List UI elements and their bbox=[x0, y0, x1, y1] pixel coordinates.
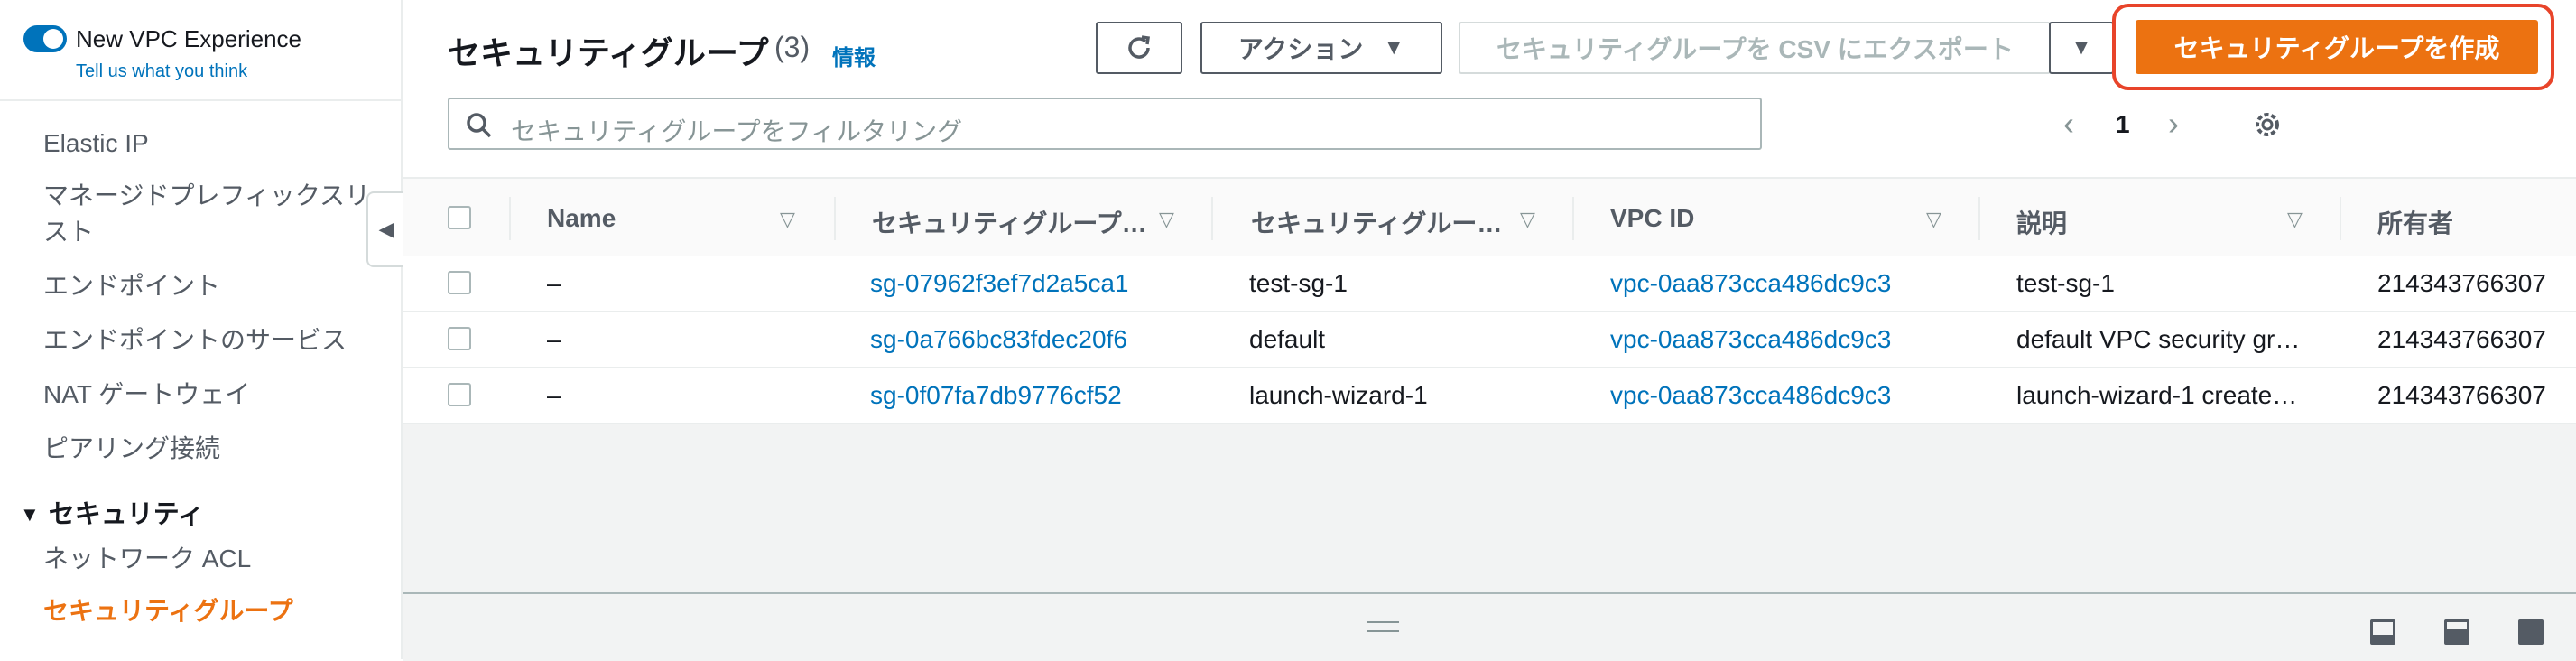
sort-icon[interactable]: ▽ bbox=[2287, 208, 2303, 231]
caret-down-icon: ▼ bbox=[20, 503, 40, 526]
split-side-fill bbox=[2447, 629, 2467, 642]
new-vpc-experience-label: New VPC Experience bbox=[76, 25, 301, 52]
cell-vpc-id[interactable]: vpc-0aa873cca486dc9c3 bbox=[1610, 325, 1891, 354]
column-header-description[interactable]: 説明 bbox=[2016, 204, 2067, 240]
column-divider bbox=[1211, 197, 1213, 240]
export-dropdown-button[interactable]: ▼ bbox=[2049, 22, 2114, 74]
sidebar-item-managed-prefix-list-cont[interactable]: スト bbox=[43, 215, 94, 249]
column-divider bbox=[509, 197, 511, 240]
cell-security-group-id[interactable]: sg-0f07fa7db9776cf52 bbox=[870, 381, 1122, 410]
column-header-vpc-id[interactable]: VPC ID bbox=[1610, 204, 1694, 233]
feedback-link[interactable]: Tell us what you think bbox=[76, 61, 247, 82]
actions-label: アクション bbox=[1237, 35, 1364, 63]
sort-icon[interactable]: ▽ bbox=[1159, 208, 1174, 231]
sidebar-item-endpoints[interactable]: エンドポイント bbox=[43, 269, 220, 303]
column-header-name[interactable]: Name bbox=[547, 204, 616, 233]
chevron-right-icon[interactable]: › bbox=[2168, 105, 2179, 143]
table-row[interactable]: – sg-0a766bc83fdec20f6 default vpc-0aa87… bbox=[403, 312, 2576, 368]
cell-description: default VPC security gr… bbox=[2016, 325, 2301, 353]
sort-icon[interactable]: ▽ bbox=[780, 208, 795, 231]
row-checkbox[interactable] bbox=[448, 383, 471, 406]
row-checkbox[interactable] bbox=[448, 327, 471, 350]
sidebar: New VPC Experience Tell us what you thin… bbox=[0, 0, 403, 659]
cell-security-group-name: test-sg-1 bbox=[1249, 269, 1348, 297]
split-panel-bar bbox=[403, 592, 2576, 661]
search-icon bbox=[467, 113, 492, 138]
cell-description: launch-wizard-1 create… bbox=[2016, 381, 2298, 409]
current-page[interactable]: 1 bbox=[2116, 110, 2130, 139]
sidebar-item-peering-connections[interactable]: ピアリング接続 bbox=[43, 432, 220, 466]
sidebar-item-endpoint-services[interactable]: エンドポイントのサービス bbox=[43, 323, 347, 358]
row-checkbox[interactable] bbox=[448, 271, 471, 294]
toggle-knob bbox=[43, 29, 63, 49]
filter-input[interactable]: セキュリティグループをフィルタリング bbox=[448, 98, 1762, 150]
table-row[interactable]: – sg-07962f3ef7d2a5ca1 test-sg-1 vpc-0aa… bbox=[403, 256, 2576, 312]
sidebar-item-security-groups[interactable]: セキュリティグループ bbox=[43, 594, 293, 628]
actions-button[interactable]: アクション ▼ bbox=[1200, 22, 1442, 74]
item-count: (3) bbox=[774, 31, 811, 63]
cell-name: – bbox=[547, 325, 561, 353]
column-header-security-group-name[interactable]: セキュリティグルー… bbox=[1251, 204, 1502, 240]
caret-down-icon: ▼ bbox=[2071, 35, 2092, 60]
refresh-button[interactable] bbox=[1096, 22, 1182, 74]
table-header: Name ▽ セキュリティグループ… ▽ セキュリティグルー… ▽ VPC ID… bbox=[403, 177, 2576, 260]
caret-down-icon: ▼ bbox=[1383, 35, 1405, 60]
refresh-icon bbox=[1128, 35, 1150, 59]
resize-handle-icon[interactable] bbox=[1367, 621, 1399, 632]
cell-vpc-id[interactable]: vpc-0aa873cca486dc9c3 bbox=[1610, 269, 1891, 298]
gear-icon[interactable] bbox=[2251, 108, 2284, 141]
column-divider bbox=[2340, 197, 2341, 240]
security-groups-panel: セキュリティグループ (3) 情報 アクション ▼ セキュリティグループを CS… bbox=[403, 0, 2576, 424]
sidebar-item-elastic-ip[interactable]: Elastic IP bbox=[43, 126, 149, 161]
info-link[interactable]: 情報 bbox=[832, 40, 876, 71]
cell-name: – bbox=[547, 381, 561, 409]
sidebar-section-label: セキュリティ bbox=[48, 500, 205, 529]
column-header-owner[interactable]: 所有者 bbox=[2377, 204, 2453, 240]
create-security-group-label: セキュリティグループを作成 bbox=[2173, 34, 2500, 62]
cell-owner: 214343766307 bbox=[2377, 269, 2546, 297]
cell-security-group-id[interactable]: sg-07962f3ef7d2a5ca1 bbox=[870, 269, 1128, 298]
split-bottom-fill bbox=[2373, 635, 2393, 642]
cell-name: – bbox=[547, 269, 561, 297]
column-divider bbox=[1978, 197, 1980, 240]
split-full-icon[interactable] bbox=[2518, 619, 2544, 645]
sidebar-item-managed-prefix-list[interactable]: マネージドプレフィックスリ bbox=[43, 179, 370, 213]
cell-description: test-sg-1 bbox=[2016, 269, 2115, 297]
create-security-group-button[interactable]: セキュリティグループを作成 bbox=[2136, 20, 2538, 74]
cell-vpc-id[interactable]: vpc-0aa873cca486dc9c3 bbox=[1610, 381, 1891, 410]
chevron-left-icon[interactable]: ‹ bbox=[2063, 105, 2074, 143]
column-header-security-group-id[interactable]: セキュリティグループ… bbox=[872, 204, 1147, 240]
cell-owner: 214343766307 bbox=[2377, 381, 2546, 409]
table-row[interactable]: – sg-0f07fa7db9776cf52 launch-wizard-1 v… bbox=[403, 368, 2576, 424]
cell-security-group-id[interactable]: sg-0a766bc83fdec20f6 bbox=[870, 325, 1127, 354]
sort-icon[interactable]: ▽ bbox=[1520, 208, 1535, 231]
split-full-fill bbox=[2521, 622, 2541, 642]
select-all-checkbox[interactable] bbox=[448, 206, 471, 229]
cell-owner: 214343766307 bbox=[2377, 325, 2546, 353]
sidebar-collapse-button[interactable]: ◀ bbox=[366, 191, 404, 267]
sidebar-item-nat-gateways[interactable]: NAT ゲートウェイ bbox=[43, 377, 250, 412]
export-csv-label: セキュリティグループを CSV にエクスポート bbox=[1496, 35, 2014, 63]
cell-security-group-name: default bbox=[1249, 325, 1326, 353]
split-side-icon[interactable] bbox=[2444, 619, 2469, 645]
sidebar-divider bbox=[0, 99, 401, 101]
page-title: セキュリティグループ bbox=[448, 34, 769, 71]
split-bottom-icon[interactable] bbox=[2370, 619, 2395, 645]
sidebar-item-network-acls[interactable]: ネットワーク ACL bbox=[43, 542, 251, 576]
sidebar-section-security[interactable]: ▼ セキュリティ bbox=[20, 493, 204, 531]
sort-icon[interactable]: ▽ bbox=[1926, 208, 1941, 231]
cell-security-group-name: launch-wizard-1 bbox=[1249, 381, 1428, 409]
column-divider bbox=[1572, 197, 1574, 240]
filter-placeholder: セキュリティグループをフィルタリング bbox=[511, 117, 963, 145]
export-csv-button[interactable]: セキュリティグループを CSV にエクスポート bbox=[1459, 22, 2051, 74]
new-vpc-experience-toggle[interactable] bbox=[23, 25, 67, 52]
main-content: セキュリティグループ (3) 情報 アクション ▼ セキュリティグループを CS… bbox=[403, 0, 2576, 661]
chevron-left-icon: ◀ bbox=[378, 218, 394, 240]
column-divider bbox=[834, 197, 836, 240]
